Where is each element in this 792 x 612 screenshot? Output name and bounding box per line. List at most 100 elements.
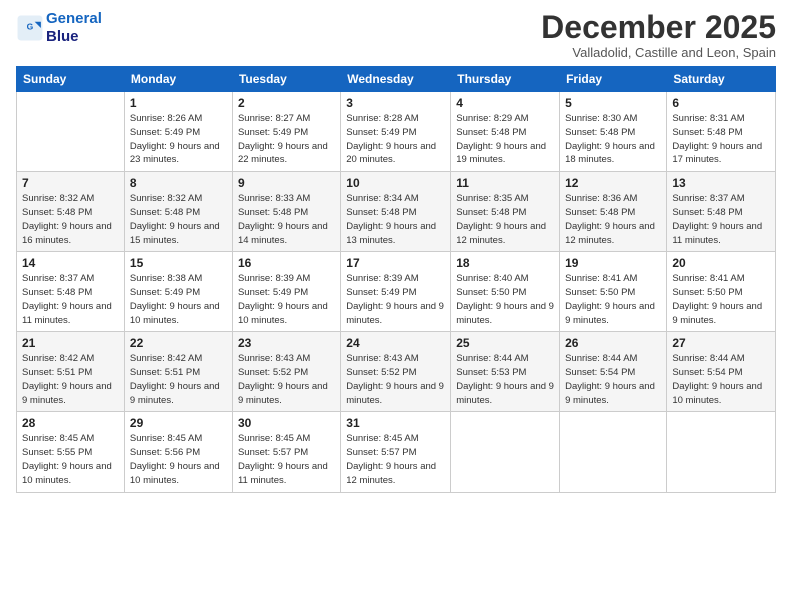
calendar-cell: 20Sunrise: 8:41 AMSunset: 5:50 PMDayligh… xyxy=(667,252,776,332)
day-number: 15 xyxy=(130,256,227,270)
day-info: Sunrise: 8:36 AMSunset: 5:48 PMDaylight:… xyxy=(565,192,661,247)
day-number: 31 xyxy=(346,416,445,430)
day-info: Sunrise: 8:32 AMSunset: 5:48 PMDaylight:… xyxy=(22,192,119,247)
calendar-cell: 11 Sunrise: 8:35 AMSunset: 5:48 PMDayligh… xyxy=(451,172,560,252)
day-number: 28 xyxy=(22,416,119,430)
day-number: 19 xyxy=(565,256,661,270)
calendar-cell: 31 Sunrise: 8:45 AMSunset: 5:57 PMDayligh… xyxy=(341,412,451,492)
title-block: December 2025 Valladolid, Castille and L… xyxy=(541,10,776,60)
day-number: 4 xyxy=(456,96,554,110)
day-info: Sunrise: 8:45 AMSunset: 5:57 PMDaylight:… xyxy=(238,432,335,487)
calendar-cell: 4Sunrise: 8:29 AMSunset: 5:48 PMDaylight… xyxy=(451,92,560,172)
day-number: 18 xyxy=(456,256,554,270)
calendar-cell: 1Sunrise: 8:26 AMSunset: 5:49 PMDaylight… xyxy=(124,92,232,172)
calendar-cell: 18 Sunrise: 8:40 AMSunset: 5:50 PMDayligh… xyxy=(451,252,560,332)
calendar-cell: 10Sunrise: 8:34 AMSunset: 5:48 PMDayligh… xyxy=(341,172,451,252)
day-info: Sunrise: 8:43 AMSunset: 5:52 PMDaylight:… xyxy=(238,352,335,407)
day-info: Sunrise: 8:35 AMSunset: 5:48 PMDaylight:… xyxy=(456,192,554,247)
calendar-cell xyxy=(560,412,667,492)
day-number: 8 xyxy=(130,176,227,190)
day-number: 26 xyxy=(565,336,661,350)
day-number: 13 xyxy=(672,176,770,190)
calendar-cell: 13 Sunrise: 8:37 AMSunset: 5:48 PMDayligh… xyxy=(667,172,776,252)
day-number: 6 xyxy=(672,96,770,110)
calendar-cell: 21 Sunrise: 8:42 AMSunset: 5:51 PMDayligh… xyxy=(17,332,125,412)
day-number: 24 xyxy=(346,336,445,350)
day-number: 5 xyxy=(565,96,661,110)
calendar-cell xyxy=(667,412,776,492)
calendar-cell: 23 Sunrise: 8:43 AMSunset: 5:52 PMDayligh… xyxy=(232,332,340,412)
day-number: 3 xyxy=(346,96,445,110)
day-info: Sunrise: 8:42 AMSunset: 5:51 PMDaylight:… xyxy=(130,352,227,407)
day-number: 29 xyxy=(130,416,227,430)
header-tuesday: Tuesday xyxy=(232,67,340,92)
day-info: Sunrise: 8:40 AMSunset: 5:50 PMDaylight:… xyxy=(456,272,554,327)
day-number: 16 xyxy=(238,256,335,270)
calendar-cell: 2 Sunrise: 8:27 AMSunset: 5:49 PMDaylight… xyxy=(232,92,340,172)
day-number: 9 xyxy=(238,176,335,190)
calendar-cell: 22 Sunrise: 8:42 AMSunset: 5:51 PMDayligh… xyxy=(124,332,232,412)
calendar-cell: 9 Sunrise: 8:33 AMSunset: 5:48 PMDaylight… xyxy=(232,172,340,252)
calendar-cell: 28 Sunrise: 8:45 AMSunset: 5:55 PMDayligh… xyxy=(17,412,125,492)
day-info: Sunrise: 8:37 AMSunset: 5:48 PMDaylight:… xyxy=(672,192,770,247)
header-monday: Monday xyxy=(124,67,232,92)
calendar-cell: 16 Sunrise: 8:39 AMSunset: 5:49 PMDayligh… xyxy=(232,252,340,332)
day-number: 21 xyxy=(22,336,119,350)
logo-icon: G xyxy=(16,14,44,42)
calendar-cell: 14 Sunrise: 8:37 AMSunset: 5:48 PMDayligh… xyxy=(17,252,125,332)
day-info: Sunrise: 8:43 AMSunset: 5:52 PMDaylight:… xyxy=(346,352,445,407)
day-info: Sunrise: 8:45 AMSunset: 5:56 PMDaylight:… xyxy=(130,432,227,487)
logo: G General Blue xyxy=(16,10,102,46)
day-info: Sunrise: 8:45 AMSunset: 5:57 PMDaylight:… xyxy=(346,432,445,487)
subtitle: Valladolid, Castille and Leon, Spain xyxy=(541,45,776,60)
header-wednesday: Wednesday xyxy=(341,67,451,92)
day-info: Sunrise: 8:32 AMSunset: 5:48 PMDaylight:… xyxy=(130,192,227,247)
header: G General Blue December 2025 Valladolid,… xyxy=(16,10,776,60)
day-number: 22 xyxy=(130,336,227,350)
day-info: Sunrise: 8:33 AMSunset: 5:48 PMDaylight:… xyxy=(238,192,335,247)
calendar-cell: 19 Sunrise: 8:41 AMSunset: 5:50 PMDayligh… xyxy=(560,252,667,332)
day-number: 17 xyxy=(346,256,445,270)
header-thursday: Thursday xyxy=(451,67,560,92)
day-number: 11 xyxy=(456,176,554,190)
day-info: Sunrise: 8:45 AMSunset: 5:55 PMDaylight:… xyxy=(22,432,119,487)
calendar-header-row: SundayMondayTuesdayWednesdayThursdayFrid… xyxy=(17,67,776,92)
calendar-cell xyxy=(451,412,560,492)
day-number: 10 xyxy=(346,176,445,190)
day-info: Sunrise: 8:41 AMSunset: 5:50 PMDaylight:… xyxy=(672,272,770,327)
day-number: 23 xyxy=(238,336,335,350)
day-info: Sunrise: 8:41 AMSunset: 5:50 PMDaylight:… xyxy=(565,272,661,327)
calendar-cell: 15Sunrise: 8:38 AMSunset: 5:49 PMDayligh… xyxy=(124,252,232,332)
day-info: Sunrise: 8:42 AMSunset: 5:51 PMDaylight:… xyxy=(22,352,119,407)
day-info: Sunrise: 8:44 AMSunset: 5:54 PMDaylight:… xyxy=(565,352,661,407)
week-row-1: 1Sunrise: 8:26 AMSunset: 5:49 PMDaylight… xyxy=(17,92,776,172)
day-number: 25 xyxy=(456,336,554,350)
svg-text:G: G xyxy=(27,22,34,32)
week-row-3: 14 Sunrise: 8:37 AMSunset: 5:48 PMDayligh… xyxy=(17,252,776,332)
calendar-cell: 27Sunrise: 8:44 AMSunset: 5:54 PMDayligh… xyxy=(667,332,776,412)
calendar-cell: 5Sunrise: 8:30 AMSunset: 5:48 PMDaylight… xyxy=(560,92,667,172)
day-number: 7 xyxy=(22,176,119,190)
calendar-table: SundayMondayTuesdayWednesdayThursdayFrid… xyxy=(16,66,776,492)
day-info: Sunrise: 8:39 AMSunset: 5:49 PMDaylight:… xyxy=(346,272,445,327)
calendar-cell: 30Sunrise: 8:45 AMSunset: 5:57 PMDayligh… xyxy=(232,412,340,492)
day-number: 12 xyxy=(565,176,661,190)
logo-text: General Blue xyxy=(46,10,102,46)
calendar-cell: 12 Sunrise: 8:36 AMSunset: 5:48 PMDayligh… xyxy=(560,172,667,252)
day-info: Sunrise: 8:44 AMSunset: 5:54 PMDaylight:… xyxy=(672,352,770,407)
day-info: Sunrise: 8:26 AMSunset: 5:49 PMDaylight:… xyxy=(130,112,227,167)
day-info: Sunrise: 8:27 AMSunset: 5:49 PMDaylight:… xyxy=(238,112,335,167)
calendar-cell: 6 Sunrise: 8:31 AMSunset: 5:48 PMDaylight… xyxy=(667,92,776,172)
day-number: 14 xyxy=(22,256,119,270)
week-row-4: 21 Sunrise: 8:42 AMSunset: 5:51 PMDayligh… xyxy=(17,332,776,412)
day-info: Sunrise: 8:39 AMSunset: 5:49 PMDaylight:… xyxy=(238,272,335,327)
day-info: Sunrise: 8:37 AMSunset: 5:48 PMDaylight:… xyxy=(22,272,119,327)
calendar-cell: 24 Sunrise: 8:43 AMSunset: 5:52 PMDayligh… xyxy=(341,332,451,412)
day-number: 2 xyxy=(238,96,335,110)
calendar-cell: 26 Sunrise: 8:44 AMSunset: 5:54 PMDayligh… xyxy=(560,332,667,412)
day-info: Sunrise: 8:31 AMSunset: 5:48 PMDaylight:… xyxy=(672,112,770,167)
calendar-cell: 3Sunrise: 8:28 AMSunset: 5:49 PMDaylight… xyxy=(341,92,451,172)
header-friday: Friday xyxy=(560,67,667,92)
week-row-2: 7 Sunrise: 8:32 AMSunset: 5:48 PMDaylight… xyxy=(17,172,776,252)
page-container: G General Blue December 2025 Valladolid,… xyxy=(0,0,792,503)
